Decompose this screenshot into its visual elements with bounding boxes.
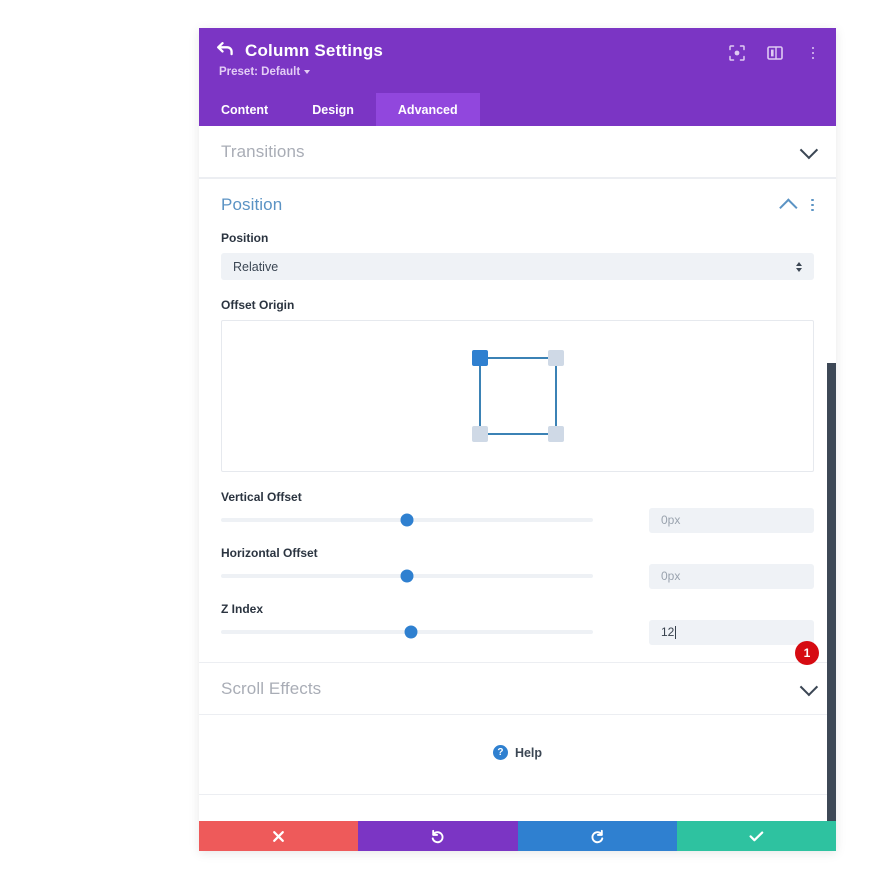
settings-body: Transitions Position Position Relative O…	[199, 126, 836, 821]
chevron-up-icon[interactable]	[779, 197, 798, 217]
origin-line-left	[478, 357, 481, 435]
section-position-header[interactable]: Position	[199, 179, 836, 231]
origin-line-top	[478, 357, 557, 359]
vertical-scrollbar[interactable]	[827, 363, 836, 821]
z-index-row: 12	[221, 619, 814, 645]
horizontal-offset-label: Horizontal Offset	[221, 546, 318, 560]
tab-advanced[interactable]: Advanced	[375, 93, 480, 126]
tab-content[interactable]: Content	[199, 93, 290, 126]
modal-footer	[199, 821, 836, 851]
z-index-input[interactable]: 12	[649, 619, 814, 645]
focus-target-icon[interactable]	[728, 44, 746, 62]
more-options-icon[interactable]	[804, 44, 822, 62]
redo-button[interactable]	[517, 821, 677, 851]
preset-label: Preset: Default	[219, 66, 301, 78]
origin-handle-bottom-left[interactable]	[471, 426, 488, 442]
chevron-down-icon	[304, 70, 311, 74]
annotation-badge-number: 1	[803, 646, 811, 660]
position-select[interactable]: Relative	[221, 253, 814, 280]
layout-panel-icon[interactable]	[766, 44, 784, 62]
chevron-down-icon	[799, 677, 819, 697]
origin-line-bottom	[478, 433, 557, 435]
preset-selector[interactable]: Preset: Default	[219, 66, 818, 78]
save-button[interactable]	[676, 821, 836, 851]
section-scroll-effects[interactable]: Scroll Effects	[199, 663, 836, 715]
chevron-updown-icon	[796, 261, 802, 272]
section-position-controls	[779, 197, 814, 217]
tab-design[interactable]: Design	[290, 93, 376, 126]
page-title: Column Settings	[245, 41, 384, 60]
slider-handle[interactable]	[400, 569, 414, 583]
origin-grid	[471, 350, 564, 442]
vertical-offset-label: Vertical Offset	[221, 490, 302, 504]
annotation-badge-1: 1	[795, 641, 819, 665]
z-index-label: Z Index	[221, 602, 264, 616]
vertical-offset-row: 0px	[221, 507, 814, 533]
section-scroll-effects-title: Scroll Effects	[221, 678, 322, 698]
column-settings-modal: Column Settings Preset: Default Content …	[199, 28, 836, 851]
position-field-label: Position	[221, 231, 269, 245]
horizontal-offset-input[interactable]: 0px	[649, 563, 814, 589]
vertical-dots	[811, 46, 815, 60]
vertical-offset-input[interactable]: 0px	[649, 507, 814, 533]
section-transitions[interactable]: Transitions	[199, 126, 836, 178]
offset-origin-label: Offset Origin	[221, 298, 295, 312]
horizontal-offset-slider[interactable]	[221, 568, 593, 584]
question-mark-icon: ?	[492, 745, 508, 760]
origin-handle-top-left[interactable]	[471, 350, 488, 366]
position-fields: Position Relative Offset Origin Vertical…	[199, 231, 836, 645]
help-label: Help	[514, 745, 543, 760]
origin-handle-bottom-right[interactable]	[547, 426, 564, 442]
section-transitions-title: Transitions	[221, 141, 305, 161]
modal-header: Column Settings Preset: Default	[199, 28, 836, 93]
z-index-value: 12	[661, 625, 675, 639]
undo-button[interactable]	[358, 821, 518, 851]
origin-handle-top-right[interactable]	[547, 350, 564, 366]
horizontal-offset-row: 0px	[221, 563, 814, 589]
chevron-down-icon	[799, 140, 819, 160]
vertical-offset-slider[interactable]	[221, 512, 593, 528]
screen-root: Column Settings Preset: Default Content …	[0, 0, 880, 879]
back-arrow-icon[interactable]	[217, 41, 234, 59]
section-more-options-icon[interactable]	[811, 198, 814, 212]
slider-handle[interactable]	[404, 625, 418, 639]
help-row[interactable]: ? Help	[199, 715, 836, 795]
text-cursor	[675, 625, 677, 639]
z-index-slider[interactable]	[221, 624, 593, 640]
header-actions	[728, 44, 822, 62]
settings-tabs: Content Design Advanced	[199, 93, 836, 126]
cancel-button[interactable]	[199, 821, 359, 851]
offset-origin-picker[interactable]	[221, 320, 814, 472]
section-position: Position Position Relative Offset Origin…	[199, 178, 836, 663]
section-position-title: Position	[221, 195, 283, 214]
position-select-value: Relative	[233, 259, 279, 274]
origin-line-right	[554, 357, 557, 435]
slider-handle[interactable]	[400, 513, 414, 527]
